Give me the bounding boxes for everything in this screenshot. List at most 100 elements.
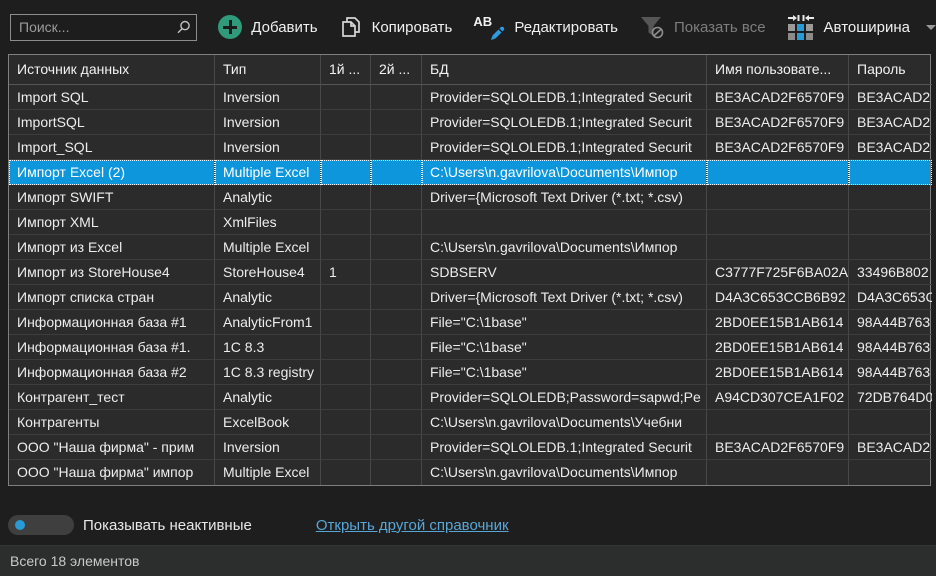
table-row[interactable]: Импорт SWIFTAnalyticDriver={Microsoft Te… xyxy=(9,185,930,210)
cell-p1[interactable] xyxy=(321,185,371,210)
cell-type[interactable]: Inversion xyxy=(215,85,321,110)
cell-password[interactable] xyxy=(849,410,932,435)
cell-db[interactable]: Driver={Microsoft Text Driver (*.txt; *.… xyxy=(422,285,707,310)
cell-type[interactable]: Analytic xyxy=(215,285,321,310)
cell-type[interactable]: Inversion xyxy=(215,110,321,135)
cell-user[interactable]: BE3ACAD2F6570F9 xyxy=(707,135,849,160)
column-header-type[interactable]: Тип xyxy=(215,55,321,85)
cell-user[interactable] xyxy=(707,185,849,210)
cell-name[interactable]: Импорт из StoreHouse4 xyxy=(9,260,215,285)
cell-db[interactable]: Provider=SQLOLEDB.1;Integrated Securit xyxy=(422,110,707,135)
cell-p1[interactable] xyxy=(321,85,371,110)
cell-user[interactable] xyxy=(707,210,849,235)
cell-db[interactable] xyxy=(422,210,707,235)
cell-name[interactable]: ООО "Наша фирма" - прим xyxy=(9,435,215,460)
cell-name[interactable]: ImportSQL xyxy=(9,110,215,135)
cell-password[interactable]: 33496B802 xyxy=(849,260,932,285)
cell-name[interactable]: Import_SQL xyxy=(9,135,215,160)
cell-type[interactable]: XmlFiles xyxy=(215,210,321,235)
cell-type[interactable]: Multiple Excel xyxy=(215,235,321,260)
cell-type[interactable]: Multiple Excel xyxy=(215,460,321,485)
show-inactive-toggle[interactable] xyxy=(8,515,74,535)
cell-name[interactable]: Импорт XML xyxy=(9,210,215,235)
cell-p1[interactable] xyxy=(321,360,371,385)
cell-type[interactable]: Inversion xyxy=(215,135,321,160)
cell-type[interactable]: 1С 8.3 registry xyxy=(215,360,321,385)
cell-db[interactable]: Provider=SQLOLEDB.1;Integrated Securit xyxy=(422,135,707,160)
cell-name[interactable]: Контрагент_тест xyxy=(9,385,215,410)
search-input[interactable] xyxy=(11,15,196,40)
edit-button[interactable]: АВ Редактировать xyxy=(473,14,618,40)
cell-p2[interactable] xyxy=(371,285,422,310)
table-row[interactable]: Импорт из ExcelMultiple ExcelC:\Users\n.… xyxy=(9,235,930,260)
cell-password[interactable] xyxy=(849,160,932,185)
cell-user[interactable]: BE3ACAD2F6570F9 xyxy=(707,435,849,460)
cell-type[interactable]: Multiple Excel xyxy=(215,160,321,185)
cell-type[interactable]: AnalyticFrom1 xyxy=(215,310,321,335)
cell-password[interactable]: D4A3C653C xyxy=(849,285,932,310)
cell-p2[interactable] xyxy=(371,335,422,360)
cell-p1[interactable] xyxy=(321,385,371,410)
cell-password[interactable]: BE3ACAD2 xyxy=(849,435,932,460)
cell-name[interactable]: Информационная база #2 xyxy=(9,360,215,385)
show-all-button[interactable]: Показать все xyxy=(639,15,766,40)
copy-button[interactable]: Копировать xyxy=(339,15,453,39)
cell-p2[interactable] xyxy=(371,110,422,135)
cell-db[interactable]: C:\Users\n.gavrilova\Documents\Импор xyxy=(422,235,707,260)
cell-password[interactable]: 98A44B763 xyxy=(849,360,932,385)
table-row[interactable]: Импорт списка странAnalytic Driver={Micro… xyxy=(9,285,930,310)
cell-user[interactable]: BE3ACAD2F6570F9 xyxy=(707,85,849,110)
cell-name[interactable]: ООО "Наша фирма" импор xyxy=(9,460,215,485)
cell-password[interactable]: 98A44B763 xyxy=(849,335,932,360)
cell-p2[interactable] xyxy=(371,160,422,185)
cell-p1[interactable] xyxy=(321,435,371,460)
cell-type[interactable]: Analytic xyxy=(215,385,321,410)
cell-user[interactable]: C3777F725F6BA02A xyxy=(707,260,849,285)
table-row[interactable]: ImportSQLInversion Provider=SQLOLEDB.1;In… xyxy=(9,110,930,135)
cell-db[interactable]: SDBSERV xyxy=(422,260,707,285)
cell-password[interactable]: BE3ACAD2 xyxy=(849,85,932,110)
cell-db[interactable]: C:\Users\n.gavrilova\Documents\Импор xyxy=(422,160,707,185)
column-header-p1[interactable]: 1й ... xyxy=(321,55,371,85)
cell-password[interactable] xyxy=(849,210,932,235)
cell-type[interactable]: Inversion xyxy=(215,435,321,460)
cell-name[interactable]: Импорт SWIFT xyxy=(9,185,215,210)
table-row[interactable]: ООО "Наша фирма" импорMultiple ExcelC:\U… xyxy=(9,460,930,485)
table-row[interactable]: Информационная база #1.1С 8.3File="C:\1b… xyxy=(9,335,930,360)
cell-db[interactable]: File="C:\1base" xyxy=(422,360,707,385)
cell-p1[interactable] xyxy=(321,460,371,485)
search-box[interactable] xyxy=(10,14,197,41)
cell-p1[interactable] xyxy=(321,235,371,260)
column-header-p2[interactable]: 2й ... xyxy=(371,55,422,85)
cell-user[interactable]: A94CD307CEA1F02 xyxy=(707,385,849,410)
cell-db[interactable]: File="C:\1base" xyxy=(422,310,707,335)
cell-p1[interactable] xyxy=(321,210,371,235)
cell-password[interactable]: BE3ACAD2 xyxy=(849,110,932,135)
add-button[interactable]: Добавить xyxy=(218,15,317,39)
table-row[interactable]: Import_SQLInversion Provider=SQLOLEDB.1;I… xyxy=(9,135,930,160)
cell-name[interactable]: Импорт списка стран xyxy=(9,285,215,310)
table-row[interactable]: ООО "Наша фирма" - примInversionProvider… xyxy=(9,435,930,460)
cell-password[interactable] xyxy=(849,235,932,260)
cell-p2[interactable] xyxy=(371,385,422,410)
cell-name[interactable]: Import SQL xyxy=(9,85,215,110)
cell-p2[interactable] xyxy=(371,185,422,210)
cell-type[interactable]: Analytic xyxy=(215,185,321,210)
cell-p2[interactable] xyxy=(371,210,422,235)
cell-type[interactable]: ExcelBook xyxy=(215,410,321,435)
cell-db[interactable]: Provider=SQLOLEDB.1;Integrated Securit xyxy=(422,85,707,110)
table-row[interactable]: Импорт из StoreHouse4StoreHouse41SDBSERV… xyxy=(9,260,930,285)
cell-p1[interactable] xyxy=(321,285,371,310)
column-header-name[interactable]: Источник данных xyxy=(9,55,215,85)
column-header-password[interactable]: Пароль xyxy=(849,55,932,85)
cell-name[interactable]: Импорт Excel (2) xyxy=(9,160,215,185)
cell-p1[interactable] xyxy=(321,135,371,160)
cell-name[interactable]: Информационная база #1. xyxy=(9,335,215,360)
cell-db[interactable]: C:\Users\n.gavrilova\Documents\Учебни xyxy=(422,410,707,435)
cell-password[interactable] xyxy=(849,185,932,210)
cell-user[interactable] xyxy=(707,460,849,485)
open-other-directory-link[interactable]: Открыть другой справочник xyxy=(316,517,509,534)
cell-db[interactable]: File="C:\1base" xyxy=(422,335,707,360)
autowidth-button[interactable]: Автоширина xyxy=(787,14,910,40)
cell-user[interactable]: 2BD0EE15B1AB614 xyxy=(707,310,849,335)
